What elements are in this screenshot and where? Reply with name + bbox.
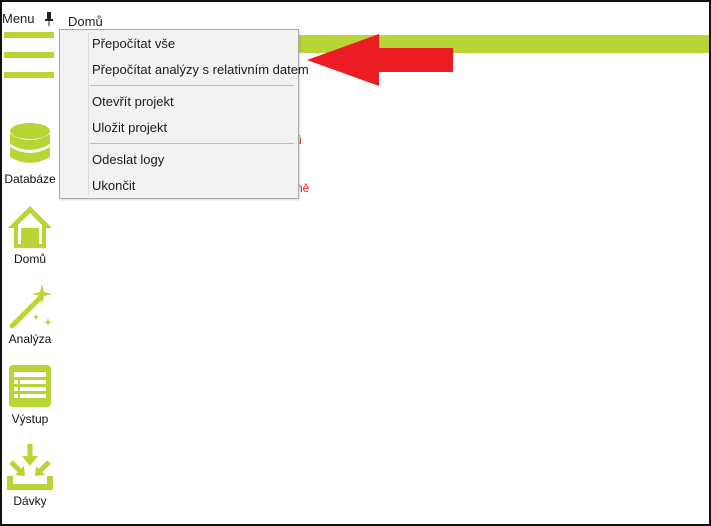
main-menu-dropdown: Přepočítat vše Přepočítat analýzy s rela… [59,29,309,199]
menu-item-exit[interactable]: Ukončit [92,178,135,193]
sidebar-item-analysis[interactable]: Analýza [2,282,58,358]
sidebar: Menu Databáze Domů Analýza Výstup Dávky [2,2,58,524]
menu-separator [90,143,294,144]
menu-item-recalculate-relative[interactable]: Přepočítat analýzy s relativním datem [92,62,309,77]
sidebar-item-label: Analýza [8,332,52,346]
sidebar-item-label: Databáze [4,172,56,186]
menu-item-open-project[interactable]: Otevřít projekt [92,94,174,109]
sidebar-item-label: Výstup [11,412,49,426]
tab-home[interactable]: Domů [68,14,103,29]
menu-separator [90,85,294,86]
sidebar-item-batches[interactable]: Dávky [2,442,58,518]
sidebar-item-label: Domů [13,252,46,266]
magic-wand-icon [9,284,52,329]
annotation-arrow-icon [307,34,453,86]
menu-icon-gutter [88,33,89,195]
batch-import-icon [7,444,53,490]
menu-item-save-project[interactable]: Uložit projekt [92,120,167,135]
sidebar-item-output[interactable]: Výstup [2,362,58,438]
menu-header: Menu [2,10,58,28]
menu-item-send-logs[interactable]: Odeslat logy [92,152,164,167]
home-icon [8,206,52,248]
pin-icon[interactable] [44,12,54,26]
hamburger-menu-button[interactable] [4,32,54,82]
sidebar-item-label: Dávky [13,494,47,508]
app-window: Domů ů ně Menu Databáze [0,0,711,526]
menu-item-recalculate-all[interactable]: Přepočítat vše [92,36,175,51]
sidebar-item-home[interactable]: Domů [2,204,58,280]
menu-label: Menu [2,11,35,26]
sidebar-item-database[interactable]: Databáze [2,122,58,198]
list-output-icon [9,365,51,407]
database-icon [10,123,50,163]
